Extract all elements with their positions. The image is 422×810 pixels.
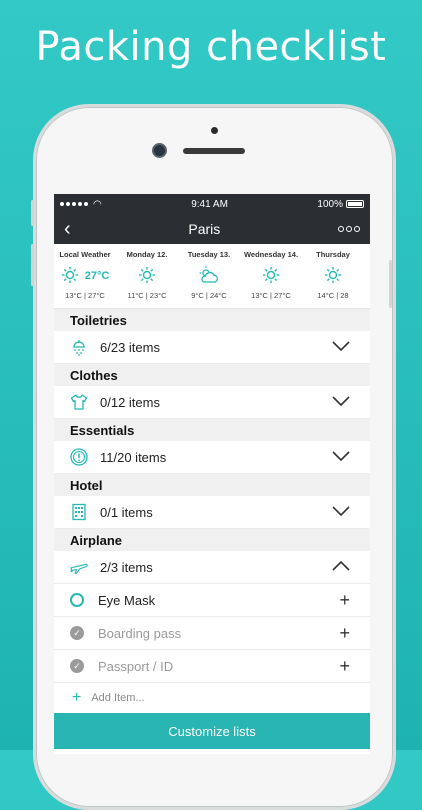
checklist-item[interactable]: ✓ Passport / ID +	[54, 650, 370, 683]
plus-icon[interactable]: +	[339, 656, 350, 677]
temperature-range: 14°C | 28	[317, 291, 349, 300]
section-header: Airplane	[54, 529, 370, 551]
temperature-range: 9°C | 24°C	[191, 291, 227, 300]
plus-icon[interactable]: +	[339, 623, 350, 644]
sun-icon	[262, 266, 280, 286]
power-button	[389, 260, 392, 308]
volume-button	[31, 244, 34, 286]
app-screen: ◠ 9:41 AM 100% ‹ Paris Local Weather 27°C…	[54, 194, 370, 754]
weather-day[interactable]: Monday 12. 11°C | 23°C	[116, 244, 178, 308]
item-count: 6/23 items	[100, 339, 160, 355]
item-count: 0/1 items	[100, 504, 153, 520]
section-row-airplane[interactable]: 2/3 items	[54, 551, 370, 584]
battery: 100%	[317, 199, 364, 210]
weather-day-label: Local Weather	[59, 250, 111, 259]
sections-list: Toiletries 6/23 items Clothes 0/12 items Ess…	[54, 309, 370, 683]
section-row-hotel[interactable]: 0/1 items	[54, 496, 370, 529]
battery-icon	[345, 200, 364, 208]
plus-icon[interactable]: +	[339, 590, 350, 611]
checkmark-icon[interactable]: ✓	[70, 626, 84, 640]
sensor-dot	[211, 127, 218, 134]
chevron-down-icon[interactable]	[332, 505, 350, 520]
add-item-placeholder: Add Item...	[91, 692, 145, 704]
unchecked-circle-icon[interactable]	[70, 593, 84, 607]
section-row-clothes[interactable]: 0/12 items	[54, 386, 370, 419]
checklist-item[interactable]: Eye Mask +	[54, 584, 370, 617]
temperature-range: 13°C | 27°C	[65, 291, 105, 300]
customize-lists-label: Customize lists	[168, 723, 256, 739]
chevron-down-icon[interactable]	[332, 395, 350, 410]
item-count: 11/20 items	[100, 449, 167, 465]
item-count: 0/12 items	[100, 394, 160, 410]
wifi-icon: ◠	[93, 198, 102, 210]
item-label: Boarding pass	[98, 625, 182, 641]
back-chevron-icon[interactable]: ‹	[64, 219, 71, 239]
item-label: Passport / ID	[98, 658, 174, 674]
earpiece-speaker	[183, 148, 245, 154]
section-row-essentials[interactable]: 11/20 items	[54, 441, 370, 474]
checklist-item[interactable]: ✓ Boarding pass +	[54, 617, 370, 650]
section-header: Toiletries	[54, 309, 370, 331]
weather-strip[interactable]: Local Weather 27°C 13°C | 27°C Monday 12. 11…	[54, 244, 370, 309]
customize-lists-button[interactable]: Customize lists	[54, 713, 370, 749]
section-row-toiletries[interactable]: 6/23 items	[54, 331, 370, 364]
add-item-row[interactable]: + Add Item...	[54, 683, 370, 713]
weather-day-label: Thursday	[316, 250, 350, 259]
checkmark-icon[interactable]: ✓	[70, 659, 84, 673]
airplane-icon	[70, 558, 88, 576]
temperature-range: 11°C | 23°C	[127, 291, 167, 300]
sun-icon	[324, 266, 342, 286]
item-count: 2/3 items	[100, 559, 153, 575]
weather-day-label: Monday 12.	[126, 250, 168, 259]
plus-icon: +	[72, 689, 82, 706]
chevron-up-icon[interactable]	[332, 560, 350, 575]
current-temperature: 27°C	[84, 270, 110, 282]
nav-title: Paris	[188, 221, 221, 237]
status-bar: ◠ 9:41 AM 100%	[54, 194, 370, 214]
section-header: Essentials	[54, 419, 370, 441]
weather-day-label: Tuesday 13.	[187, 250, 231, 259]
weather-day[interactable]: Wednesday 14. 13°C | 27°C	[240, 244, 302, 308]
nav-bar: ‹ Paris	[54, 214, 370, 244]
weather-day[interactable]: Local Weather 27°C 13°C | 27°C	[54, 244, 116, 308]
weather-day[interactable]: Thursday 14°C | 28	[302, 244, 364, 308]
signal-icon: ◠	[60, 199, 102, 210]
temperature-range: 13°C | 27°C	[251, 291, 291, 300]
alert-icon	[70, 448, 88, 466]
status-time: 9:41 AM	[191, 198, 228, 210]
weather-day[interactable]: Tuesday 13. 9°C | 24°C	[178, 244, 240, 308]
headline: Packing checklist	[35, 24, 387, 70]
chevron-down-icon[interactable]	[332, 450, 350, 465]
weather-day-label: Wednesday 14.	[243, 250, 299, 259]
section-header: Hotel	[54, 474, 370, 496]
item-label: Eye Mask	[98, 592, 156, 608]
chevron-down-icon[interactable]	[332, 340, 350, 355]
battery-percent: 100%	[317, 198, 343, 210]
mute-switch	[31, 200, 34, 226]
more-options-icon[interactable]	[337, 226, 360, 232]
sun-icon	[61, 266, 79, 286]
shower-icon	[70, 338, 88, 356]
tshirt-icon	[70, 393, 88, 411]
front-camera	[152, 143, 167, 158]
cloudy-sun-icon	[198, 266, 220, 286]
sun-icon	[138, 266, 156, 286]
section-header: Clothes	[54, 364, 370, 386]
hotel-icon	[70, 503, 88, 521]
